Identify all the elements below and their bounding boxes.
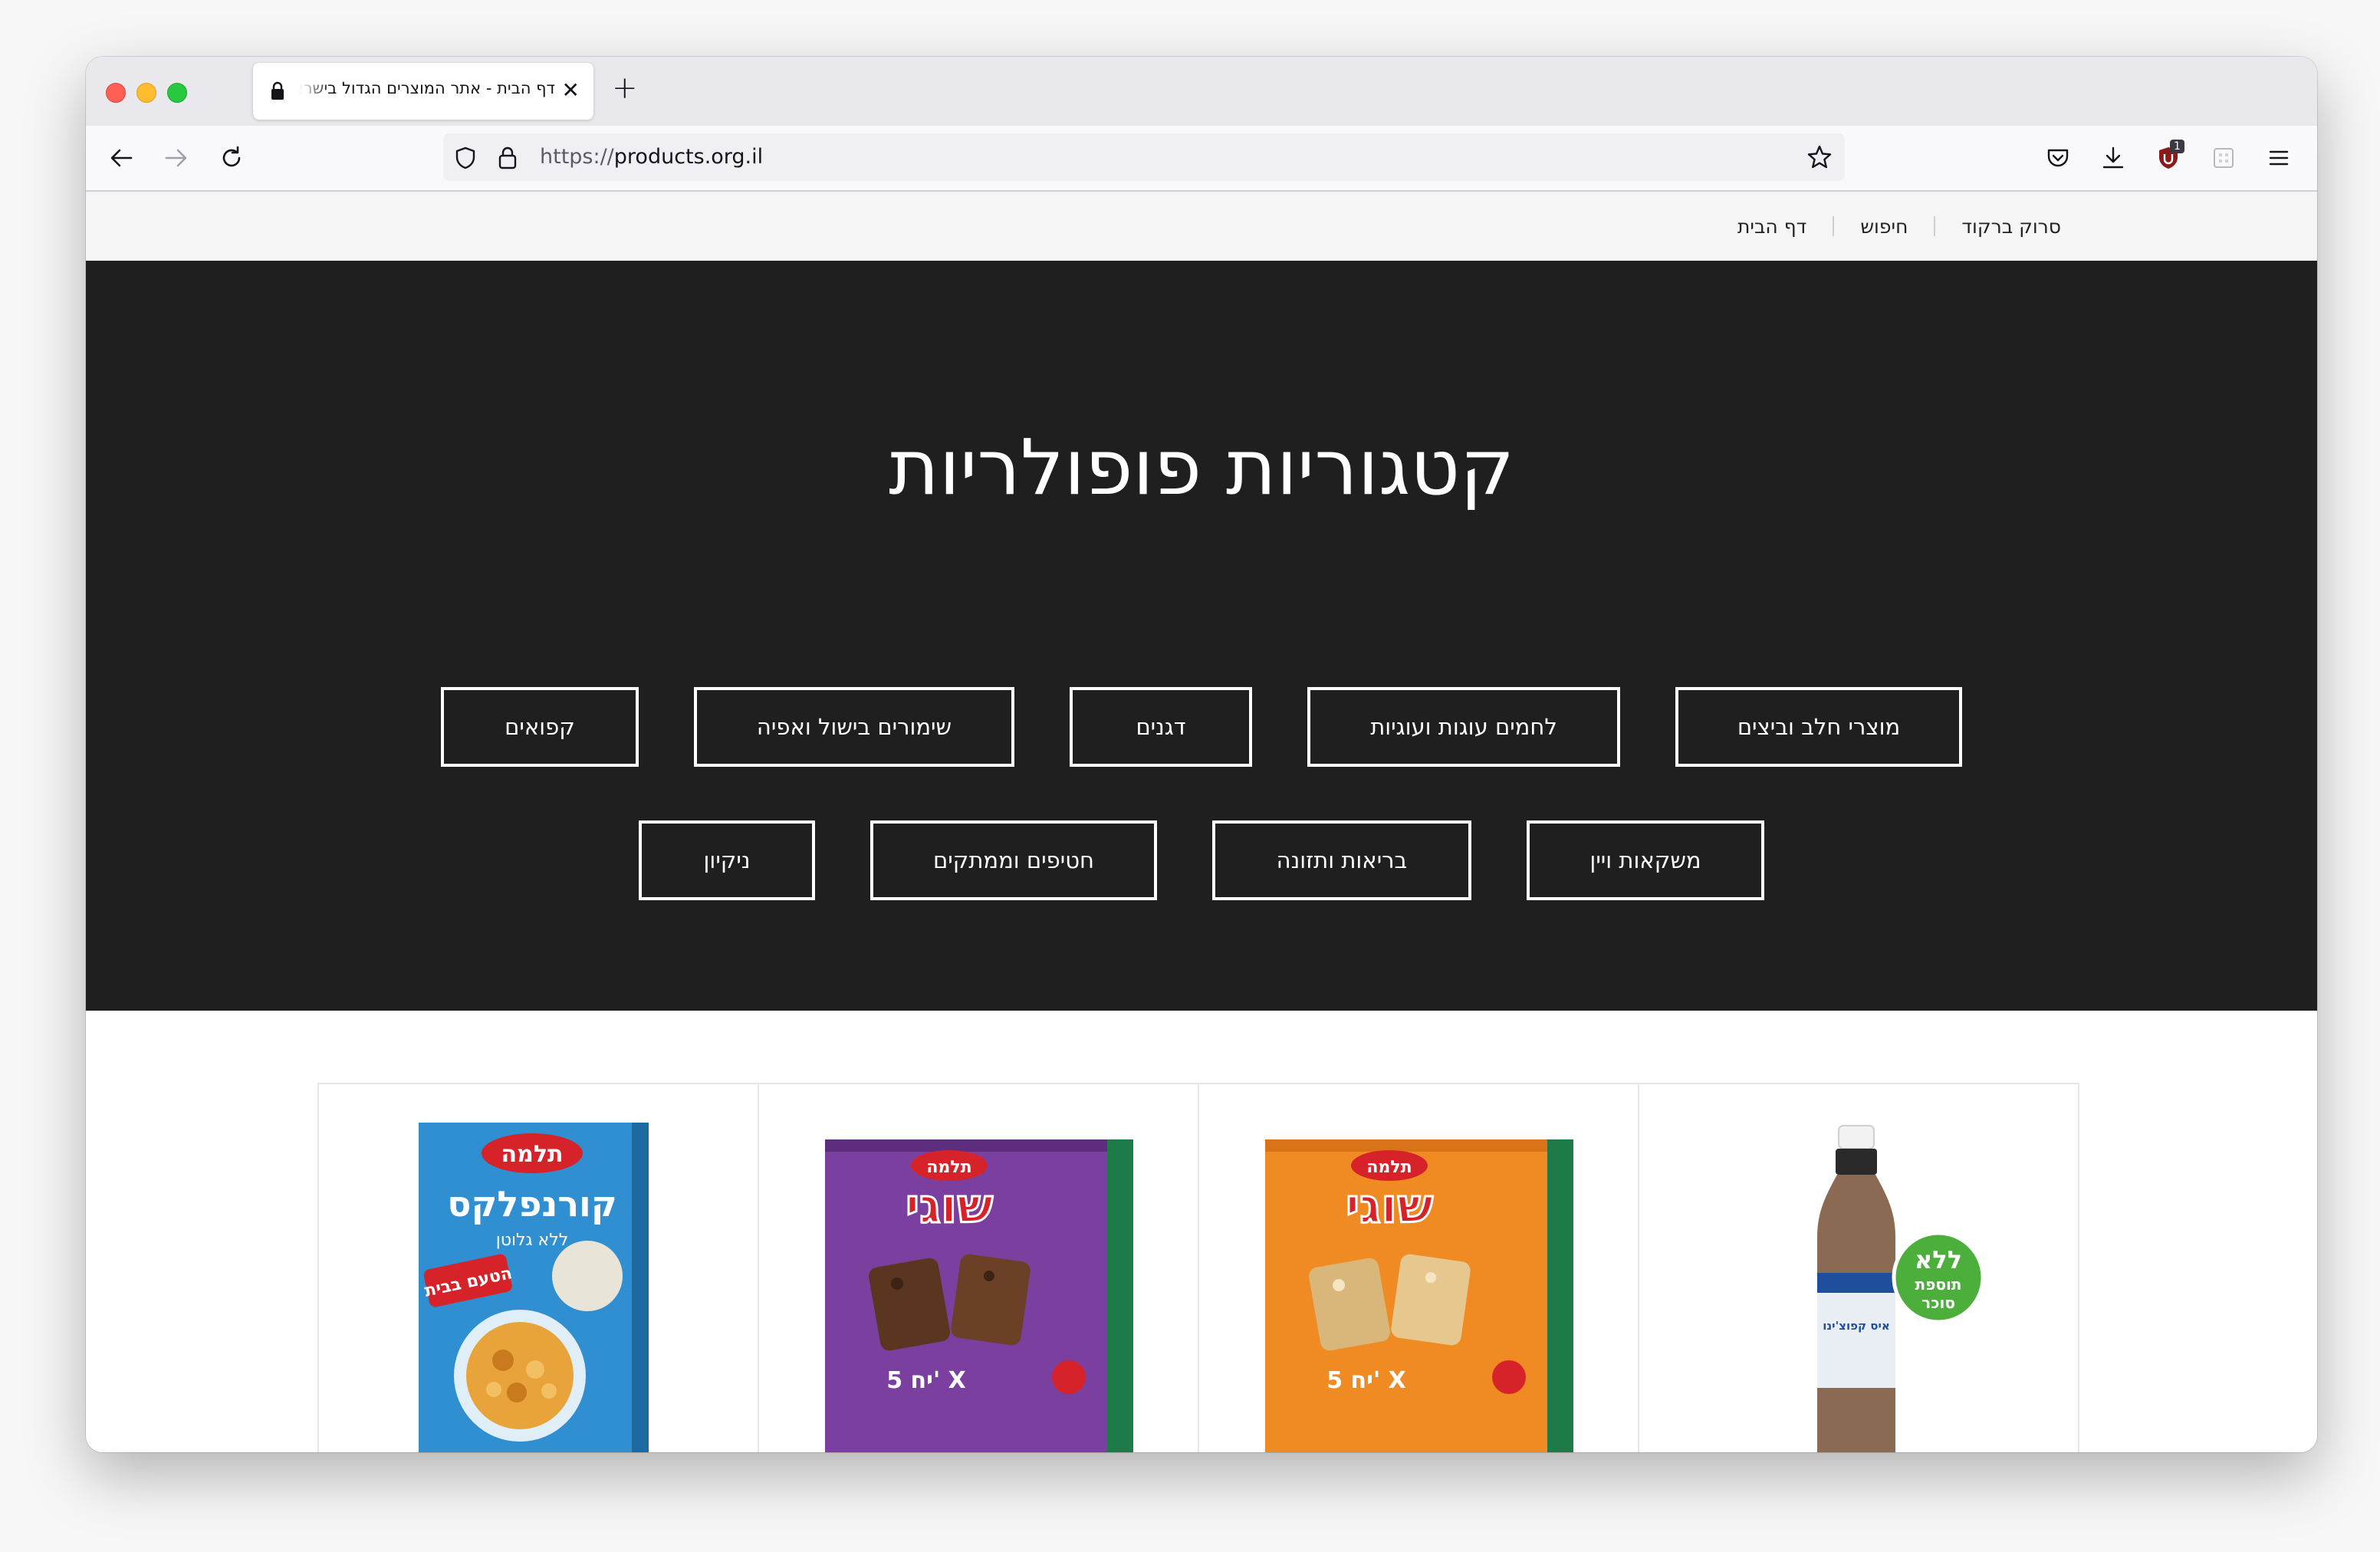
reload-button[interactable] (215, 141, 248, 175)
nav-separator (1934, 216, 1936, 236)
cornflakes-box-image: תלמה קורנפלקס ללא גלוטן הטעם בבית (419, 1123, 649, 1452)
category-health-nutrition[interactable]: בריאות ותזונה (1212, 820, 1471, 900)
tab-title: דף הבית - אתר המוצרים הגדול בישראל (299, 79, 555, 97)
extension-grid-icon[interactable] (2207, 141, 2240, 175)
close-tab-icon[interactable]: ✕ (562, 78, 580, 103)
badge-line-3: סוכר (1921, 1294, 1955, 1312)
site-lock-icon[interactable] (497, 146, 518, 173)
product-card[interactable]: תלמה שוגי 5 יח' X (1198, 1083, 1639, 1452)
tracking-protection-shield-icon[interactable] (454, 146, 477, 173)
product-card[interactable]: תלמה שוגי 5 יח' X (758, 1083, 1199, 1452)
nav-home-link[interactable]: דף הבית (1737, 215, 1806, 238)
snack-bar-box-image: תלמה שוגי 5 יח' X (825, 1139, 1133, 1452)
snack-bar-box-image: תלמה שוגי 5 יח' X (1265, 1139, 1573, 1452)
product-grid: תלמה קורנפלקס ללא גלוטן הטעם בבית תלמה ש… (317, 1083, 2086, 1452)
product-name: קורנפלקס (447, 1183, 616, 1225)
forward-button[interactable] (159, 141, 193, 175)
back-arrow-icon (110, 149, 133, 167)
popular-categories-section: קטגוריות פופולריות מוצרי חלב וביצים לחמי… (86, 261, 2317, 1011)
close-window-button[interactable] (106, 83, 126, 103)
category-canned-cooking-baking[interactable]: שימורים בישול ואפיה (694, 687, 1014, 767)
category-drinks-wine[interactable]: משקאות ויין (1527, 820, 1764, 900)
url-host: products.org.il (613, 145, 764, 169)
product-subtitle: ללא גלוטן (496, 1231, 569, 1250)
product-name: שוגי (1346, 1178, 1433, 1234)
browser-tab[interactable]: דף הבית - אתר המוצרים הגדול בישראל ✕ (253, 63, 593, 120)
product-brand: תלמה (1366, 1158, 1412, 1177)
product-name: שוגי (906, 1178, 993, 1234)
category-snacks-sweets[interactable]: חטיפים וממתקים (870, 820, 1157, 900)
category-bread-cakes-cookies[interactable]: לחמים עוגות ועוגיות (1307, 687, 1620, 767)
navigation-toolbar: https://products.org.il 1 (86, 126, 2317, 192)
extension-badge: 1 (2170, 140, 2184, 153)
product-brand: תלמה (926, 1158, 971, 1177)
product-pack: 5 יח' X (886, 1367, 966, 1394)
product-name: איס קפוצ'ינו (1823, 1319, 1890, 1333)
bookmark-star-icon[interactable] (1806, 144, 1833, 173)
pocket-icon[interactable] (2041, 141, 2075, 175)
badge-line-2: תוספת (1915, 1275, 1962, 1294)
section-title: קטגוריות פופולריות (889, 423, 1514, 512)
url-scheme: https:// (540, 145, 614, 169)
tab-strip: דף הבית - אתר המוצרים הגדול בישראל ✕ + (86, 57, 2317, 126)
category-frozen[interactable]: קפואים (441, 687, 639, 767)
product-brand: תלמה (501, 1141, 564, 1168)
product-card[interactable]: איס קפוצ'ינו ללא תוספת סוכר (1638, 1083, 2079, 1452)
nav-search-link[interactable]: חיפוש (1860, 215, 1908, 238)
product-card[interactable]: תלמה קורנפלקס ללא גלוטן הטעם בבית (317, 1083, 759, 1452)
iced-coffee-bottle-image: איס קפוצ'ינו ללא תוספת סוכר (1817, 1125, 1985, 1452)
nav-scan-barcode-link[interactable]: סרוק ברקוד (1961, 215, 2061, 238)
product-pack: 5 יח' X (1326, 1367, 1406, 1394)
categories-row-1: מוצרי חלב וביצים לחמים עוגות ועוגיות דגנ… (86, 687, 2317, 767)
zoom-window-button[interactable] (167, 83, 187, 103)
url-bar[interactable]: https://products.org.il (443, 133, 1845, 181)
forward-arrow-icon (165, 149, 187, 167)
site-navigation: דף הבית חיפוש סרוק ברקוד (86, 192, 2317, 261)
reload-icon (222, 146, 241, 167)
categories-row-2: משקאות ויין בריאות ותזונה חטיפים וממתקים… (86, 820, 2317, 900)
downloads-icon[interactable] (2096, 141, 2130, 175)
browser-window: דף הבית - אתר המוצרים הגדול בישראל ✕ + h… (86, 57, 2317, 1452)
new-tab-button[interactable]: + (612, 71, 638, 106)
nav-separator (1833, 216, 1835, 236)
badge-line-1: ללא (1915, 1245, 1962, 1274)
category-cereals[interactable]: דגנים (1070, 687, 1252, 767)
web-page: דף הבית חיפוש סרוק ברקוד קטגוריות פופולר… (86, 192, 2317, 1452)
app-menu-icon[interactable] (2262, 141, 2296, 175)
extension-shield-icon[interactable]: 1 (2152, 140, 2185, 175)
url-text[interactable]: https://products.org.il (540, 145, 763, 169)
category-cleaning[interactable]: ניקיון (639, 820, 815, 900)
category-dairy-eggs[interactable]: מוצרי חלב וביצים (1675, 687, 1962, 767)
tab-lock-icon (270, 81, 285, 104)
minimize-window-button[interactable] (136, 83, 156, 103)
back-button[interactable] (104, 141, 138, 175)
